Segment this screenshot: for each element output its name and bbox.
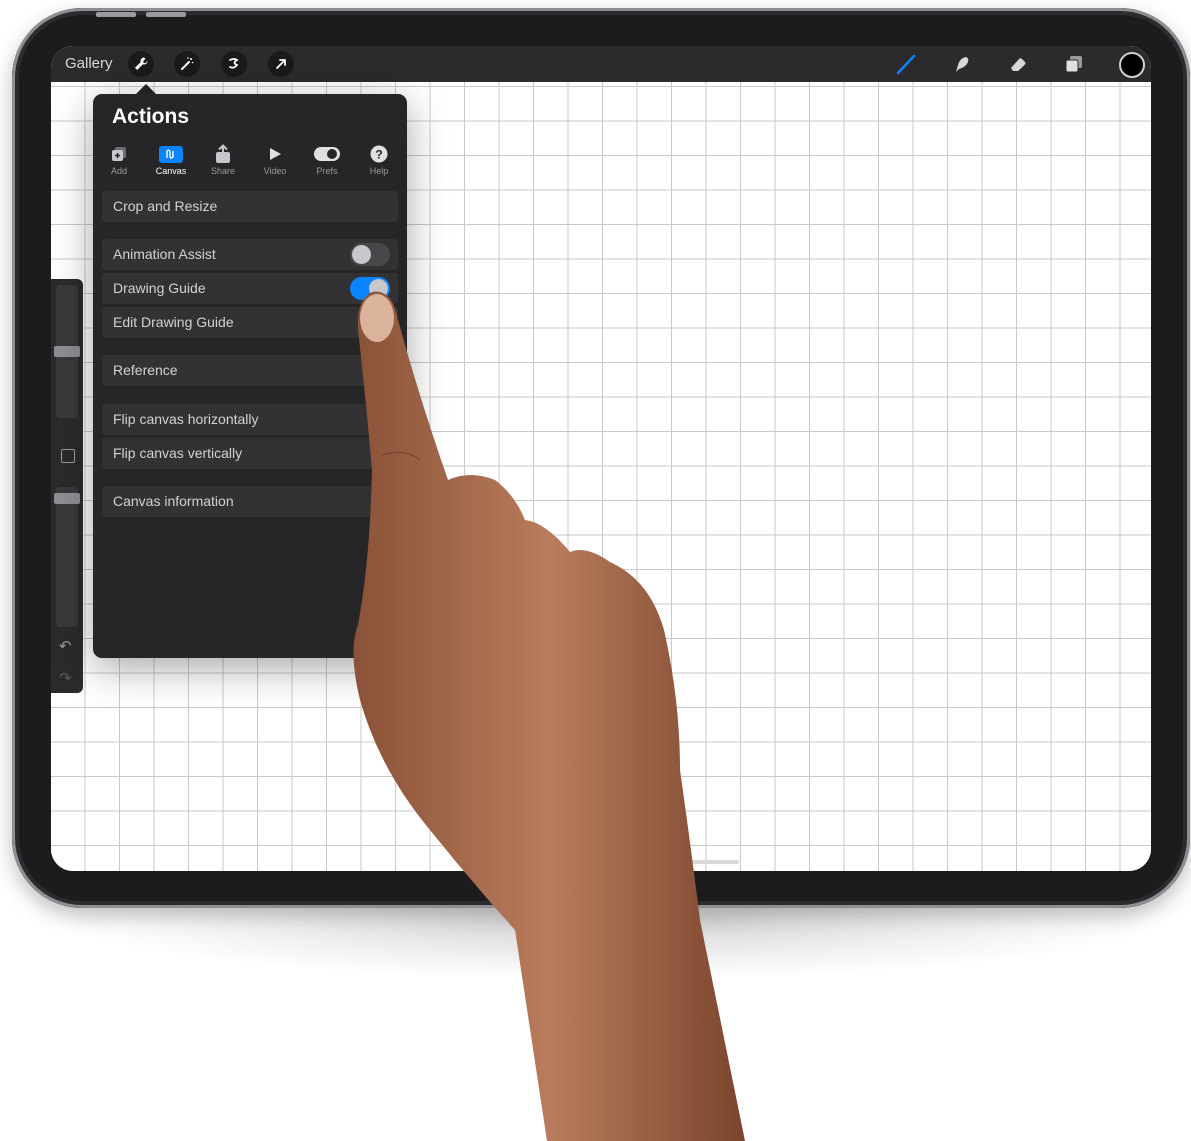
brush-icon[interactable] [893,51,919,77]
help-icon: ? [353,142,405,166]
canvas-information-item[interactable]: Canvas information [102,486,398,517]
left-sidebar: ↶ ↷ [51,279,83,693]
opacity-slider-thumb[interactable] [54,493,80,505]
item-label: Crop and Resize [113,198,218,214]
tab-label: Canvas [155,166,187,176]
flip-horizontal-item[interactable]: Flip canvas horizontally [102,404,398,435]
volume-button [96,12,136,17]
color-swatch[interactable] [1119,52,1145,78]
tab-share[interactable]: Share [197,142,249,176]
play-icon [249,142,301,166]
drawing-guide-toggle[interactable] [350,277,390,300]
brush-size-slider-thumb[interactable] [54,346,80,357]
home-indicator [669,860,739,864]
animation-assist-item[interactable]: Animation Assist [102,239,398,270]
smudge-icon[interactable] [949,51,975,77]
item-label: Drawing Guide [113,280,206,296]
toggle-icon [301,142,353,166]
gallery-button[interactable]: Gallery [65,55,113,72]
reference-item[interactable]: Reference [102,355,398,386]
item-label: Edit Drawing Guide [113,314,234,330]
add-icon [93,142,145,166]
item-label: Flip canvas vertically [113,445,243,461]
drawing-guide-item[interactable]: Drawing Guide [102,273,398,304]
item-label: Flip canvas horizontally [113,411,259,427]
svg-text:?: ? [375,148,382,162]
popover-title: Actions [112,105,190,128]
modify-button[interactable] [61,449,75,463]
actions-popover: Actions Add Canvas Share Video Prefs ? H… [93,94,407,658]
flip-vertical-item[interactable]: Flip canvas vertically [102,438,398,469]
tab-add[interactable]: Add [93,142,145,176]
canvas-icon [145,142,197,166]
wrench-icon[interactable] [128,51,154,77]
animation-assist-toggle[interactable] [350,243,390,266]
tab-label: Help [369,166,389,176]
tab-label: Share [210,166,236,176]
selection-icon[interactable] [221,51,247,77]
tab-label: Prefs [316,166,338,176]
tab-prefs[interactable]: Prefs [301,142,353,176]
tab-label: Video [263,166,287,176]
share-icon [197,142,249,166]
tab-canvas[interactable]: Canvas [145,142,197,176]
redo-icon[interactable]: ↷ [59,669,72,687]
tab-help[interactable]: ? Help [353,142,405,176]
tab-video[interactable]: Video [249,142,301,176]
transform-arrow-icon[interactable] [268,51,294,77]
tab-label: Add [110,166,127,176]
top-toolbar: Gallery [51,46,1151,82]
opacity-slider[interactable] [56,487,78,627]
volume-button [146,12,186,17]
magic-wand-icon[interactable] [174,51,200,77]
screen: Gallery ↶ ↷ Actions Add Canvas Share Vid… [51,46,1151,871]
crop-and-resize-item[interactable]: Crop and Resize [102,191,398,222]
edit-drawing-guide-item[interactable]: Edit Drawing Guide [102,307,398,338]
undo-icon[interactable]: ↶ [59,637,72,655]
item-label: Animation Assist [113,246,216,262]
layers-icon[interactable] [1061,51,1087,77]
item-label: Reference [113,362,178,378]
eraser-icon[interactable] [1005,51,1031,77]
item-label: Canvas information [113,493,234,509]
